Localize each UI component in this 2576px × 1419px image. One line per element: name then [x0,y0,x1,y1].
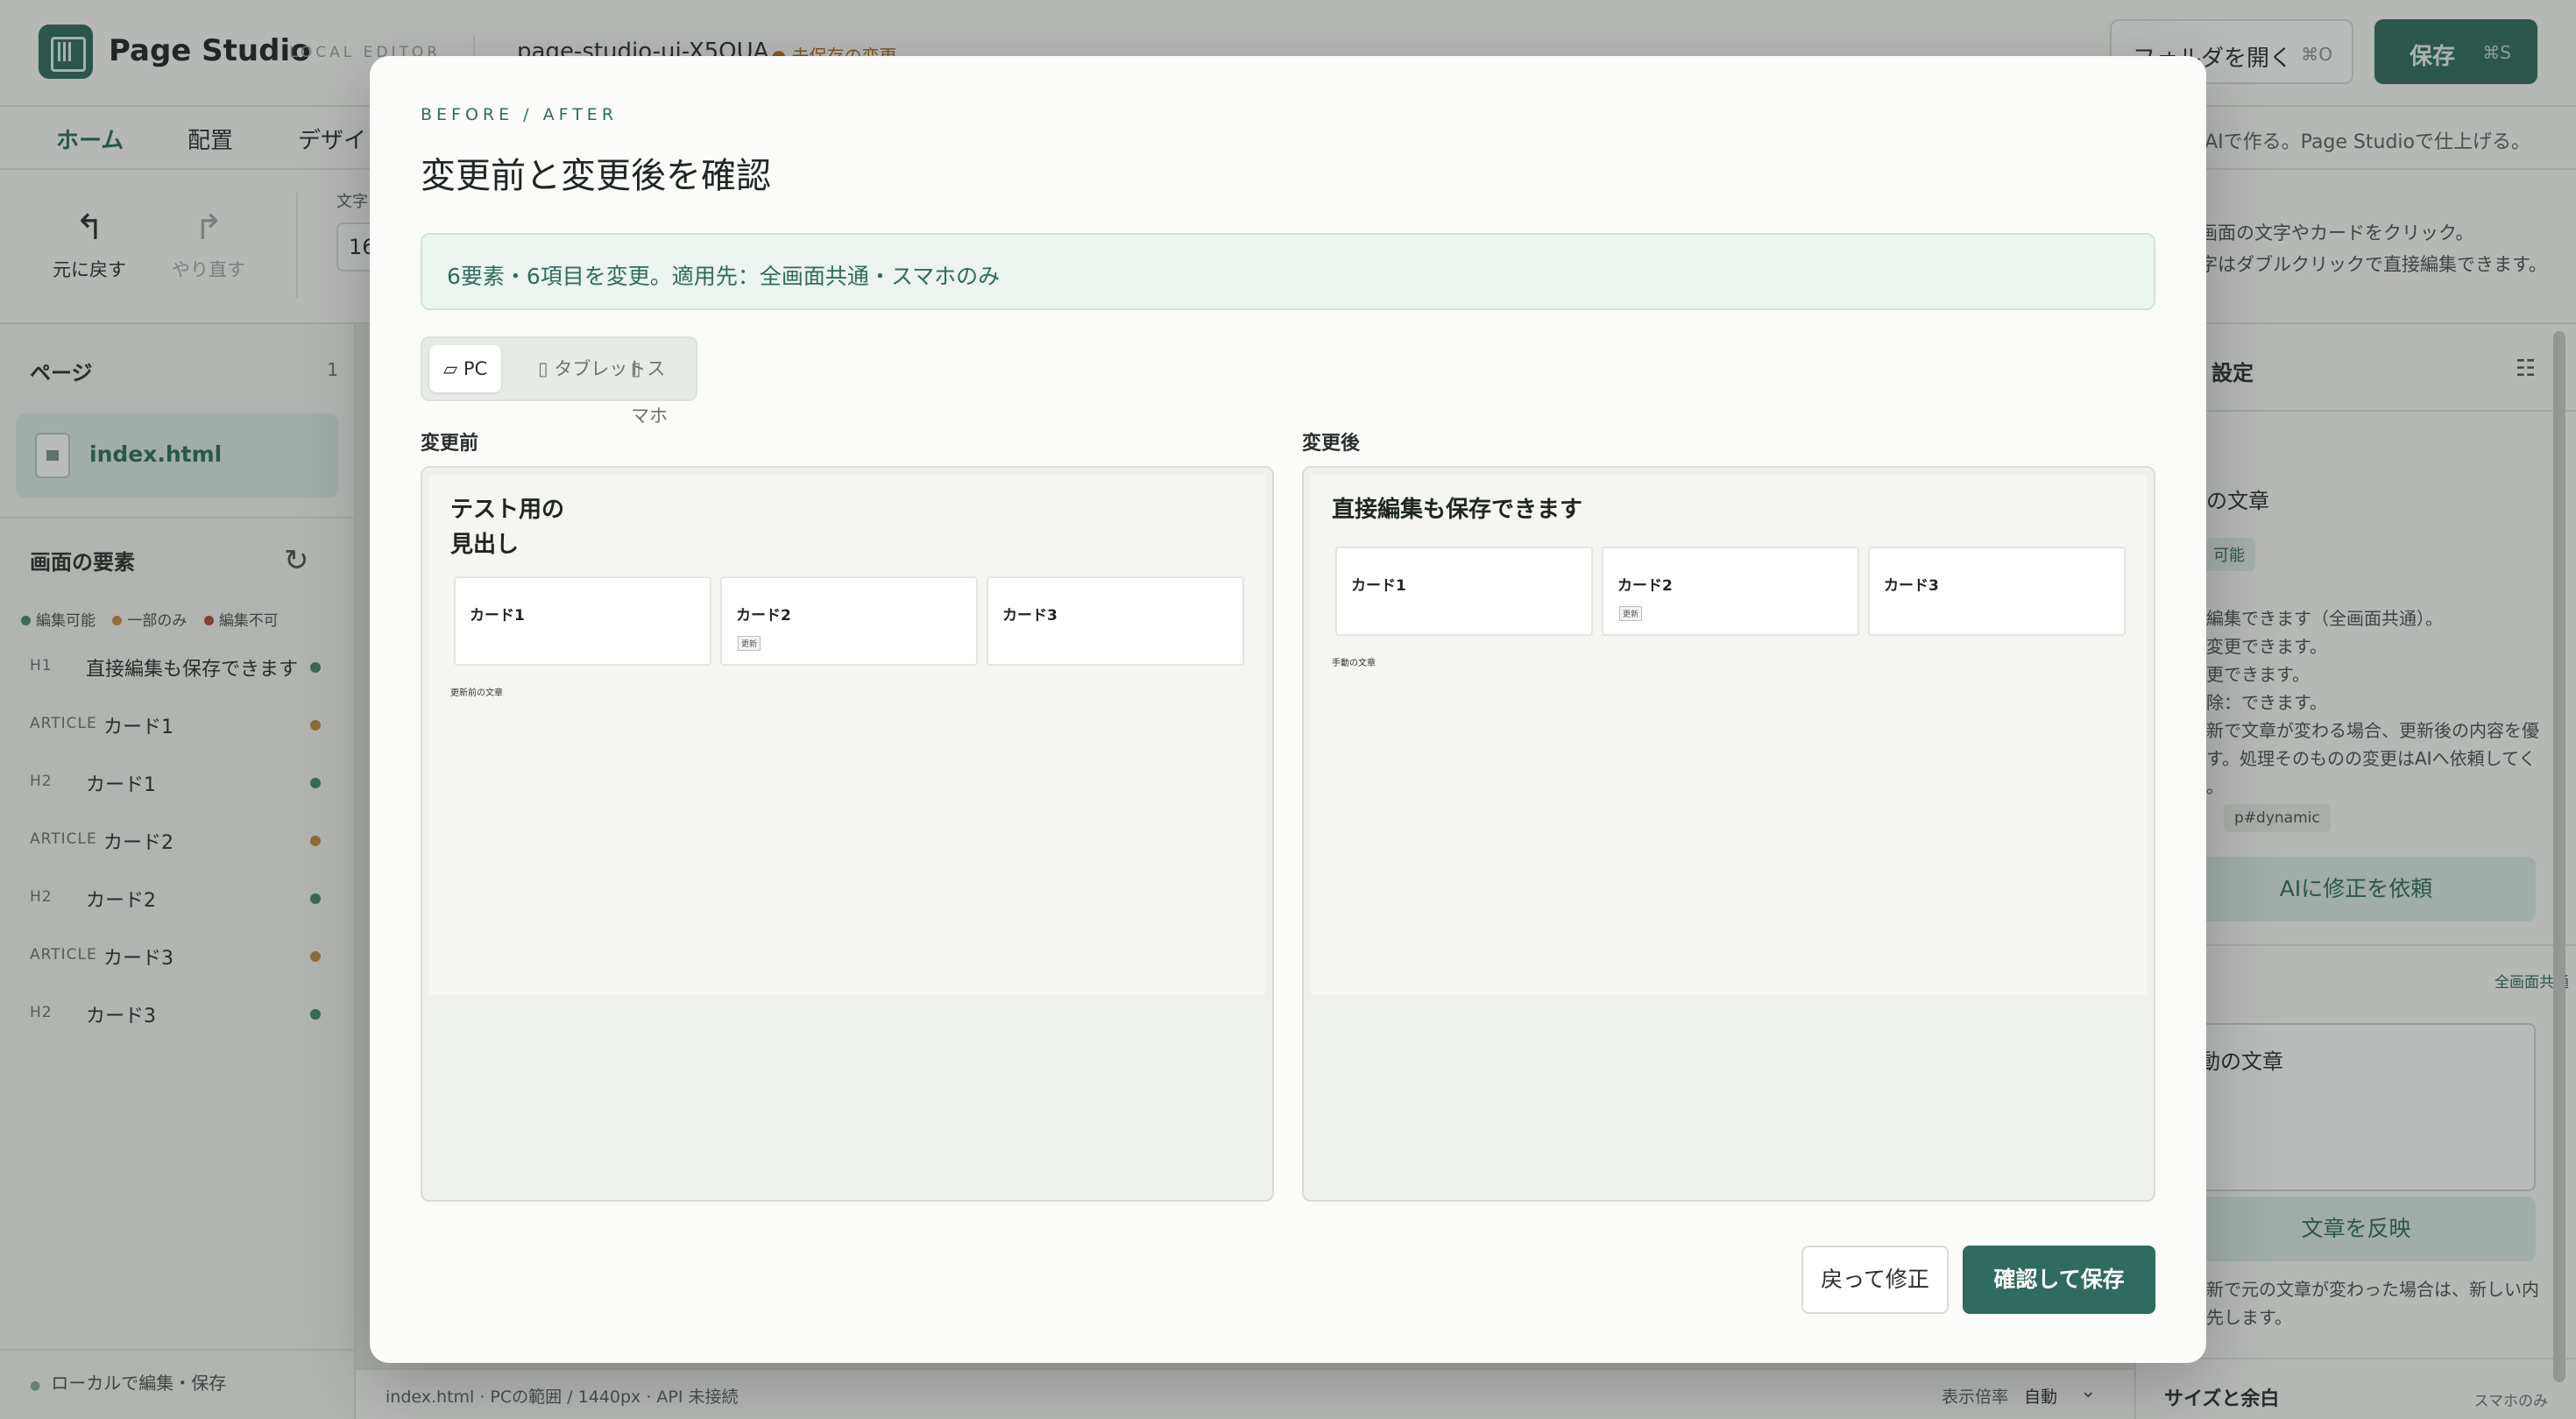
monitor-icon: ▱ [443,358,458,379]
device-tab-phone[interactable]: ▯ スマホ [617,345,696,427]
card-title: カード3 [1884,577,1939,595]
after-preview: 直接編集も保存できます カード1 カード2 更新 カード3 手動の文章 [1302,466,2155,1202]
preview-card: カード1 [1335,547,1593,636]
before-label: 変更前 [421,433,479,455]
device-switcher: ▱ PC ▯ タブレット ▯ スマホ [421,336,697,427]
card-title: カード2 [1617,577,1673,595]
preview-card: カード1 [454,576,711,666]
card-title: カード2 [736,607,791,625]
phone-icon: ▯ [631,358,641,379]
update-badge: 更新 [738,636,761,651]
tablet-icon: ▯ [538,358,548,379]
preview-card: カード3 [1868,547,2126,636]
preview-heading: テスト用の 見出し [450,492,564,562]
preview-page: 直接編集も保存できます カード1 カード2 更新 カード3 手動の文章 [1311,475,2147,995]
preview-body-text: 手動の文章 [1332,659,1376,668]
heading-line: テスト用の [450,497,565,523]
before-preview: テスト用の 見出し カード1 カード2 更新 カード3 更新前の文章 [421,466,1274,1202]
preview-card: カード3 [987,576,1244,666]
back-to-edit-button[interactable]: 戻って修正 [1801,1246,1949,1314]
change-summary: 6要素・6項目を変更。適用先：全画面共通・スマホのみ [421,233,2155,310]
confirm-save-button[interactable]: 確認して保存 [1963,1246,2155,1314]
preview-card: カード2 更新 [720,576,978,666]
dialog-kicker: BEFORE / AFTER [421,105,619,124]
card-title: カード1 [470,607,525,625]
dialog-title: 変更前と変更後を確認 [421,156,771,196]
preview-page: テスト用の 見出し カード1 カード2 更新 カード3 更新前の文章 [429,475,1265,995]
preview-heading: 直接編集も保存できます [1332,497,1583,523]
device-tab-pc[interactable]: ▱ PC [429,345,502,392]
heading-line: 見出し [450,532,520,558]
after-label: 変更後 [1302,433,1361,455]
card-title: カード1 [1351,577,1406,595]
preview-body-text: 更新前の文章 [450,688,503,698]
update-badge: 更新 [1619,606,1643,621]
preview-card: カード2 更新 [1602,547,1859,636]
device-label: PC [463,358,488,379]
before-after-dialog: BEFORE / AFTER 変更前と変更後を確認 6要素・6項目を変更。適用先… [370,56,2206,1363]
card-title: カード3 [1002,607,1058,625]
